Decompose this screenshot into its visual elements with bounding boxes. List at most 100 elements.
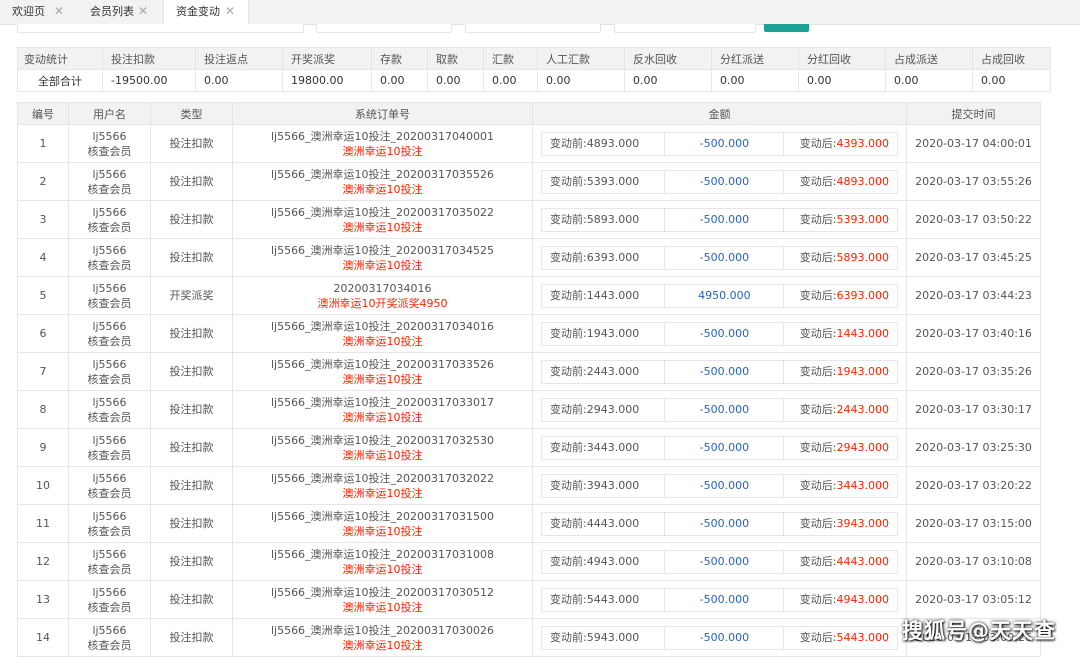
- before-label: 变动前:: [550, 478, 587, 492]
- order-cell: lj5566_澳洲幸运10投注_20200317030512 澳洲幸运10投注: [232, 580, 533, 619]
- username: lj5566: [92, 357, 127, 371]
- filter-input-1[interactable]: [17, 24, 304, 33]
- type-cell: 投注扣款: [150, 466, 233, 505]
- order-cell: lj5566_澳洲幸运10投注_20200317031008 澳洲幸运10投注: [232, 542, 533, 581]
- before-value: 6393.000: [586, 250, 640, 264]
- column-header: 金额: [532, 102, 907, 125]
- submit-time: 2020-03-17 03:44:23: [906, 276, 1041, 315]
- submit-time: 2020-03-17 03:30:17: [906, 390, 1041, 429]
- after-value: 3443.000: [836, 478, 889, 492]
- after-label: 变动后:: [799, 288, 837, 302]
- member-role: 核查会员: [87, 562, 132, 576]
- stats-value: 全部合计: [17, 69, 103, 92]
- fund-change-table: 编号 用户名 类型 系统订单号 金额 提交时间 1 lj5566 核查会员 投注扣款 l…: [17, 102, 1041, 657]
- type-cell: 投注扣款: [150, 390, 233, 429]
- stats-header-row: 变动统计 投注扣款 投注返点 开奖派奖 存款 取款 汇款 人工汇款 反水回收 分…: [17, 47, 1051, 70]
- before-value: 3443.000: [586, 440, 640, 454]
- username-cell: lj5566 核查会员: [68, 390, 151, 429]
- after-label: 变动后:: [799, 592, 837, 606]
- table-row: 3 lj5566 核查会员 投注扣款 lj5566_澳洲幸运10投注_202003170…: [17, 200, 1041, 239]
- order-description: 澳洲幸运10投注: [342, 258, 423, 272]
- member-role: 核查会员: [87, 296, 132, 310]
- after-value: 4893.000: [836, 174, 889, 188]
- after-value: 1943.000: [836, 364, 889, 378]
- order-number: lj5566_澳洲幸运10投注_20200317035526: [270, 167, 495, 181]
- before-label: 变动前:: [550, 554, 587, 568]
- after-value: 5393.000: [836, 212, 889, 226]
- after-label: 变动后:: [799, 212, 837, 226]
- submit-time: 2020-03-17 03:55:26: [906, 162, 1041, 201]
- amount-cell: 变动前:4443.000 -500.000 变动后:3943.000: [532, 504, 907, 543]
- close-icon[interactable]: ✕: [138, 0, 148, 23]
- stats-header: 变动统计: [17, 47, 103, 70]
- amount-cell: 变动前:5443.000 -500.000 变动后:4943.000: [532, 580, 907, 619]
- row-index: 8: [17, 390, 69, 429]
- username-cell: lj5566 核查会员: [68, 428, 151, 467]
- filter-input-4[interactable]: [614, 24, 756, 33]
- balance-after: 变动后:4893.000: [784, 169, 898, 194]
- change-amount: -500.000: [665, 549, 785, 574]
- amount-cell: 变动前:3443.000 -500.000 变动后:2943.000: [532, 428, 907, 467]
- stats-header: 投注返点: [195, 47, 283, 70]
- stats-header: 分红派送: [711, 47, 799, 70]
- submit-time: 2020-03-17 03:45:25: [906, 238, 1041, 277]
- change-amount: -500.000: [665, 587, 785, 612]
- amount-cell: 变动前:5393.000 -500.000 变动后:4893.000: [532, 162, 907, 201]
- type-cell: 开奖派奖: [150, 276, 233, 315]
- tab-member-list[interactable]: 会员列表 ✕: [78, 0, 164, 24]
- stats-header: 存款: [371, 47, 428, 70]
- balance-before: 变动前:2443.000: [541, 359, 666, 384]
- order-description: 澳洲幸运10投注: [342, 562, 423, 576]
- before-label: 变动前:: [550, 630, 587, 644]
- balance-after: 变动后:1443.000: [784, 321, 898, 346]
- table-header-row: 编号 用户名 类型 系统订单号 金额 提交时间: [17, 102, 1041, 125]
- row-index: 13: [17, 580, 69, 619]
- balance-before: 变动前:5943.000: [541, 625, 666, 650]
- balance-before: 变动前:1943.000: [541, 321, 666, 346]
- search-button[interactable]: [764, 24, 809, 32]
- type-cell: 投注扣款: [150, 618, 233, 657]
- table-row: 6 lj5566 核查会员 投注扣款 lj5566_澳洲幸运10投注_202003170…: [17, 314, 1041, 353]
- change-amount: -500.000: [665, 207, 785, 232]
- username: lj5566: [92, 281, 127, 295]
- after-value: 2443.000: [836, 402, 889, 416]
- username: lj5566: [92, 319, 127, 333]
- column-header: 编号: [17, 102, 69, 125]
- row-index: 7: [17, 352, 69, 391]
- after-label: 变动后:: [799, 326, 837, 340]
- type-cell: 投注扣款: [150, 200, 233, 239]
- submit-time: 2020-03-17 03:35:26: [906, 352, 1041, 391]
- member-role: 核查会员: [87, 410, 132, 424]
- close-icon[interactable]: ✕: [54, 0, 64, 23]
- tab-welcome[interactable]: 欢迎页 ✕: [0, 0, 78, 24]
- username: lj5566: [92, 433, 127, 447]
- before-label: 变动前:: [550, 174, 587, 188]
- balance-before: 变动前:6393.000: [541, 245, 666, 270]
- balance-before: 变动前:3943.000: [541, 473, 666, 498]
- after-value: 6393.000: [836, 288, 889, 302]
- order-cell: lj5566_澳洲幸运10投注_20200317034525 澳洲幸运10投注: [232, 238, 533, 277]
- after-label: 变动后:: [799, 174, 837, 188]
- filter-input-3[interactable]: [465, 24, 601, 33]
- order-description: 澳洲幸运10投注: [342, 486, 423, 500]
- table-row: 13 lj5566 核查会员 投注扣款 lj5566_澳洲幸运10投注_20200317…: [17, 580, 1041, 619]
- stats-header: 占成派送: [885, 47, 973, 70]
- stats-header: 开奖派奖: [282, 47, 372, 70]
- filter-input-2[interactable]: [316, 24, 452, 33]
- order-cell: 20200317034016 澳洲幸运10开奖派奖4950: [232, 276, 533, 315]
- after-label: 变动后:: [799, 250, 837, 264]
- balance-after: 变动后:5393.000: [784, 207, 898, 232]
- stats-header: 占成回收: [972, 47, 1051, 70]
- type-cell: 投注扣款: [150, 504, 233, 543]
- after-label: 变动后:: [799, 554, 837, 568]
- balance-before: 变动前:4943.000: [541, 549, 666, 574]
- close-icon[interactable]: ✕: [225, 0, 235, 23]
- order-cell: lj5566_澳洲幸运10投注_20200317032530 澳洲幸运10投注: [232, 428, 533, 467]
- submit-time: 2020-03-17 03:25:30: [906, 428, 1041, 467]
- after-value: 5443.000: [836, 630, 889, 644]
- tab-fund-changes[interactable]: 资金变动 ✕: [163, 0, 249, 25]
- stats-header: 投注扣款: [102, 47, 196, 70]
- type-cell: 投注扣款: [150, 162, 233, 201]
- after-value: 1443.000: [836, 326, 889, 340]
- row-index: 10: [17, 466, 69, 505]
